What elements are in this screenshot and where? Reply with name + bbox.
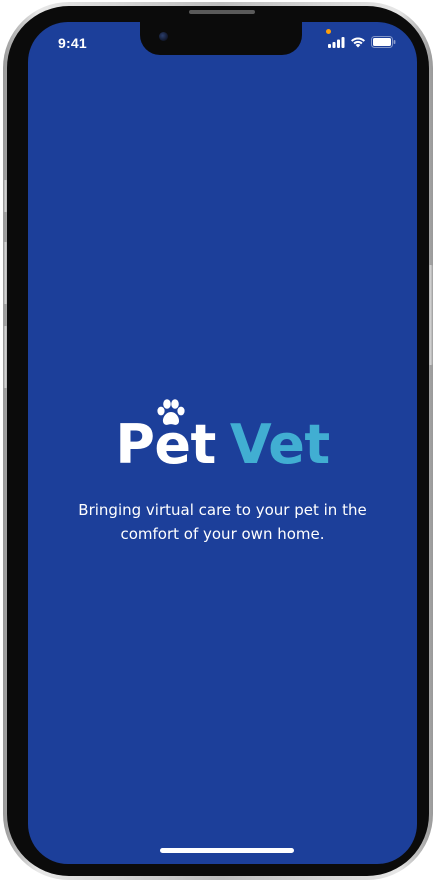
privacy-indicator-dot bbox=[326, 29, 331, 34]
notch bbox=[140, 22, 302, 55]
wifi-icon bbox=[351, 37, 365, 48]
splash-screen: 9:41 Pet Vet Bringing virtual care to yo… bbox=[28, 22, 417, 864]
status-icons bbox=[328, 35, 396, 49]
logo-pet: Pet bbox=[115, 399, 216, 476]
app-logo: Pet Vet bbox=[28, 399, 417, 476]
speaker-grille bbox=[189, 10, 255, 14]
status-time: 9:41 bbox=[58, 35, 87, 51]
home-indicator[interactable] bbox=[160, 848, 294, 853]
front-camera bbox=[159, 32, 168, 41]
battery-icon bbox=[371, 36, 396, 48]
paw-icon bbox=[157, 399, 185, 425]
signal-icon bbox=[328, 36, 345, 48]
logo-vet-text: Vet bbox=[229, 413, 330, 476]
tagline: Bringing virtual care to your pet in the… bbox=[78, 501, 367, 543]
phone-frame: 9:41 Pet Vet Bringing virtual care to yo… bbox=[3, 2, 433, 880]
